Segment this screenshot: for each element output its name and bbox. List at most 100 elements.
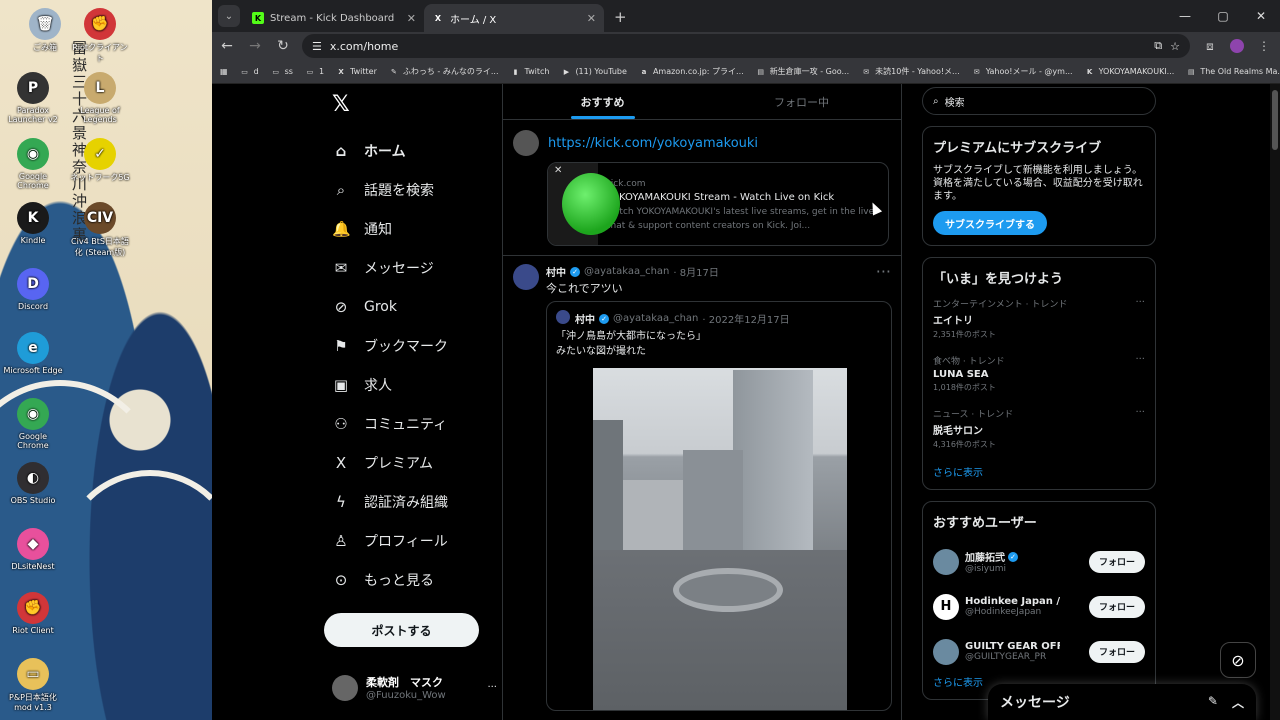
city-intersection-photo[interactable] bbox=[593, 368, 847, 710]
trend-more-icon[interactable]: ··· bbox=[1135, 354, 1145, 365]
bookmark-star-icon[interactable]: ☆ bbox=[1170, 40, 1180, 53]
tab-search-button[interactable]: ⌄ bbox=[218, 5, 240, 27]
compose-box[interactable]: https://kick.com/yokoyamakouki ✕ kick.co… bbox=[503, 120, 901, 256]
trend-item[interactable]: ニュース · トレンド 脱毛サロン 4,316件のポスト ··· bbox=[933, 407, 1145, 450]
bookmark-item[interactable]: K YOKOYAMAKOUKI... bbox=[1085, 66, 1174, 77]
desktop-shortcut[interactable]: D Discord bbox=[3, 268, 63, 311]
suggested-user[interactable]: 加藤拓弐 ✓ @isiyumi フォロー bbox=[933, 539, 1145, 584]
address-bar[interactable]: ☰ x.com/home ⧉ ☆ bbox=[302, 34, 1190, 58]
forward-icon[interactable]: → bbox=[246, 38, 264, 54]
trends-show-more-link[interactable]: さらに表示 bbox=[933, 464, 1145, 479]
trend-more-icon[interactable]: ··· bbox=[1135, 297, 1145, 308]
desktop-shortcut[interactable]: K Kindle bbox=[3, 202, 63, 245]
bookmark-item[interactable]: ▭ d bbox=[240, 66, 258, 77]
subscribe-button[interactable]: サブスクライブする bbox=[933, 211, 1047, 235]
tab-recommended[interactable]: おすすめ bbox=[503, 84, 702, 119]
extensions-icon[interactable]: ⧈ bbox=[1200, 39, 1220, 54]
nav-item[interactable]: ⊘ Grok bbox=[322, 287, 502, 326]
quoted-tweet[interactable]: 村中 ✓ @ayatakaa_chan · 2022年12月17日 「沖ノ鳥島が… bbox=[546, 301, 892, 711]
bookmark-item[interactable]: X Twitter bbox=[336, 66, 377, 77]
bookmark-item[interactable]: ▶ (11) YouTube bbox=[561, 66, 627, 77]
messages-drawer[interactable]: メッセージ ✎ ︿ bbox=[988, 684, 1256, 720]
nav-item[interactable]: ϟ 認証済み組織 bbox=[322, 482, 502, 521]
desktop-shortcut[interactable]: ◆ DLsiteNest bbox=[3, 528, 63, 571]
nav-item[interactable]: ♙ プロフィール bbox=[322, 521, 502, 560]
new-message-icon[interactable]: ✎ bbox=[1208, 694, 1218, 711]
tab-x-home[interactable]: X ホーム / X ✕ bbox=[424, 4, 604, 32]
search-input[interactable]: ⌕ 検索 bbox=[922, 87, 1156, 115]
compose-link-text[interactable]: https://kick.com/yokoyamakouki bbox=[548, 136, 758, 151]
menu-kebab-icon[interactable]: ⋮ bbox=[1254, 39, 1274, 53]
bookmark-item[interactable]: ✉ 未読10件 - Yahoo!メ... bbox=[861, 66, 959, 77]
profile-avatar-icon[interactable] bbox=[1230, 39, 1244, 53]
trend-item[interactable]: 食べ物 · トレンド LUNA SEA 1,018件のポスト ··· bbox=[933, 354, 1145, 393]
reload-icon[interactable]: ↻ bbox=[274, 38, 292, 54]
post-button[interactable]: ポストする bbox=[324, 613, 479, 647]
bookmark-item[interactable]: ▤ The Old Realms Ma... bbox=[1186, 66, 1280, 77]
apps-grid-icon[interactable]: ▦ bbox=[220, 67, 228, 76]
nav-item[interactable]: ✉ メッセージ bbox=[322, 248, 502, 287]
bookmark-item[interactable]: ▭ 1 bbox=[305, 66, 324, 77]
nav-item[interactable]: X プレミアム bbox=[322, 443, 502, 482]
tab-close-icon[interactable]: ✕ bbox=[587, 12, 596, 25]
tab-following[interactable]: フォロー中 bbox=[702, 84, 901, 119]
desktop-shortcut[interactable]: ◉ Google Chrome bbox=[3, 138, 63, 190]
suggested-user[interactable]: HHodinkee Japan / ...✓@HodinkeeJapanフォロー bbox=[933, 584, 1145, 629]
bookmark-item[interactable]: a Amazon.co.jp: プライ... bbox=[639, 66, 744, 77]
nav-item[interactable]: ⚇ コミュニティ bbox=[322, 404, 502, 443]
maximize-icon[interactable]: ▢ bbox=[1204, 0, 1242, 32]
link-preview-card[interactable]: ✕ kick.com YOKOYAMAKOUKI Stream - Watch … bbox=[547, 162, 889, 246]
desktop-shortcut[interactable]: ✊ Riotクライアント bbox=[70, 8, 130, 64]
avatar[interactable] bbox=[933, 638, 959, 665]
nav-item[interactable]: ⊙ もっと見る bbox=[322, 560, 502, 599]
tab-close-icon[interactable]: ✕ bbox=[407, 12, 416, 25]
expand-chevron-up-icon[interactable]: ︿ bbox=[1232, 694, 1244, 711]
account-switcher[interactable]: 柔軟剤 マスク @Fuuzoku_Wow ··· bbox=[332, 674, 497, 701]
desktop-shortcut[interactable]: P Paradox Launcher v2 bbox=[3, 72, 63, 124]
desktop-shortcut[interactable]: ◐ OBS Studio bbox=[3, 462, 63, 505]
minimize-icon[interactable]: — bbox=[1166, 0, 1204, 32]
suggested-user[interactable]: GUILTY GEAR OFFI...✓@GUILTYGEAR_PRフォロー bbox=[933, 629, 1145, 674]
new-tab-icon[interactable]: + bbox=[614, 8, 627, 26]
tweet-author-handle[interactable]: @ayatakaa_chan bbox=[584, 266, 669, 277]
grok-button[interactable]: ⊘ bbox=[1220, 642, 1256, 678]
desktop-shortcut[interactable]: ◉ Google Chrome bbox=[3, 398, 63, 450]
tweet-more-icon[interactable]: ··· bbox=[876, 262, 891, 281]
close-window-icon[interactable]: ✕ bbox=[1242, 0, 1280, 32]
nav-item[interactable]: ⌕ 話題を検索 bbox=[322, 170, 502, 209]
nav-item[interactable]: 🔔 通知 bbox=[322, 209, 502, 248]
nav-item[interactable]: ⚑ ブックマーク bbox=[322, 326, 502, 365]
remove-card-icon[interactable]: ✕ bbox=[554, 165, 562, 176]
page-scrollbar[interactable] bbox=[1270, 84, 1280, 720]
tweet-author-name[interactable]: 村中 bbox=[546, 264, 566, 279]
desktop-shortcut[interactable]: ✊ Riot Client bbox=[3, 592, 63, 635]
desktop-shortcut[interactable]: ▭ P&P日本語化mod v1.3 bbox=[3, 658, 63, 712]
tab-kick-dashboard[interactable]: K Stream - Kick Dashboard ✕ bbox=[244, 4, 424, 32]
follow-button[interactable]: フォロー bbox=[1088, 640, 1145, 663]
follow-button[interactable]: フォロー bbox=[1088, 550, 1145, 573]
nav-item[interactable]: ⌂ ホーム bbox=[322, 131, 502, 170]
bookmark-item[interactable]: ✎ ふわっち - みんなのライ... bbox=[389, 66, 499, 77]
avatar[interactable]: H bbox=[933, 593, 959, 620]
desktop-shortcut[interactable]: L League of Legends bbox=[70, 72, 130, 124]
bookmark-item[interactable]: ✉ Yahoo!メール - @ym... bbox=[972, 66, 1073, 77]
desktop-shortcut[interactable]: ✓ ネットワーク5G bbox=[70, 138, 130, 183]
bookmark-item[interactable]: ▭ ss bbox=[271, 66, 293, 77]
trend-more-icon[interactable]: ··· bbox=[1135, 407, 1145, 418]
avatar[interactable] bbox=[513, 264, 539, 290]
avatar[interactable] bbox=[933, 548, 959, 575]
bookmark-item[interactable]: ▤ 新生倉庫一攻 - Goo... bbox=[756, 66, 849, 77]
follow-button[interactable]: フォロー bbox=[1088, 595, 1145, 618]
x-logo-icon[interactable]: 𝕏 bbox=[332, 92, 502, 117]
nav-item[interactable]: ▣ 求人 bbox=[322, 365, 502, 404]
site-info-icon[interactable]: ☰ bbox=[312, 40, 322, 53]
install-app-icon[interactable]: ⧉ bbox=[1154, 39, 1162, 53]
desktop-shortcut[interactable]: 🗑 ごみ箱 bbox=[15, 8, 75, 53]
more-icon[interactable]: ··· bbox=[487, 682, 497, 693]
trend-item[interactable]: エンターテインメント · トレンド エイトリ 2,351件のポスト ··· bbox=[933, 297, 1145, 340]
desktop-shortcut[interactable]: CIV Civ4 BtS日本語化 (Steam版) bbox=[70, 202, 130, 258]
desktop-shortcut[interactable]: e Microsoft Edge bbox=[3, 332, 63, 375]
tweet-date[interactable]: · 8月17日 bbox=[673, 264, 718, 279]
back-icon[interactable]: ← bbox=[218, 38, 236, 54]
bookmark-item[interactable]: ▮ Twitch bbox=[511, 66, 550, 77]
